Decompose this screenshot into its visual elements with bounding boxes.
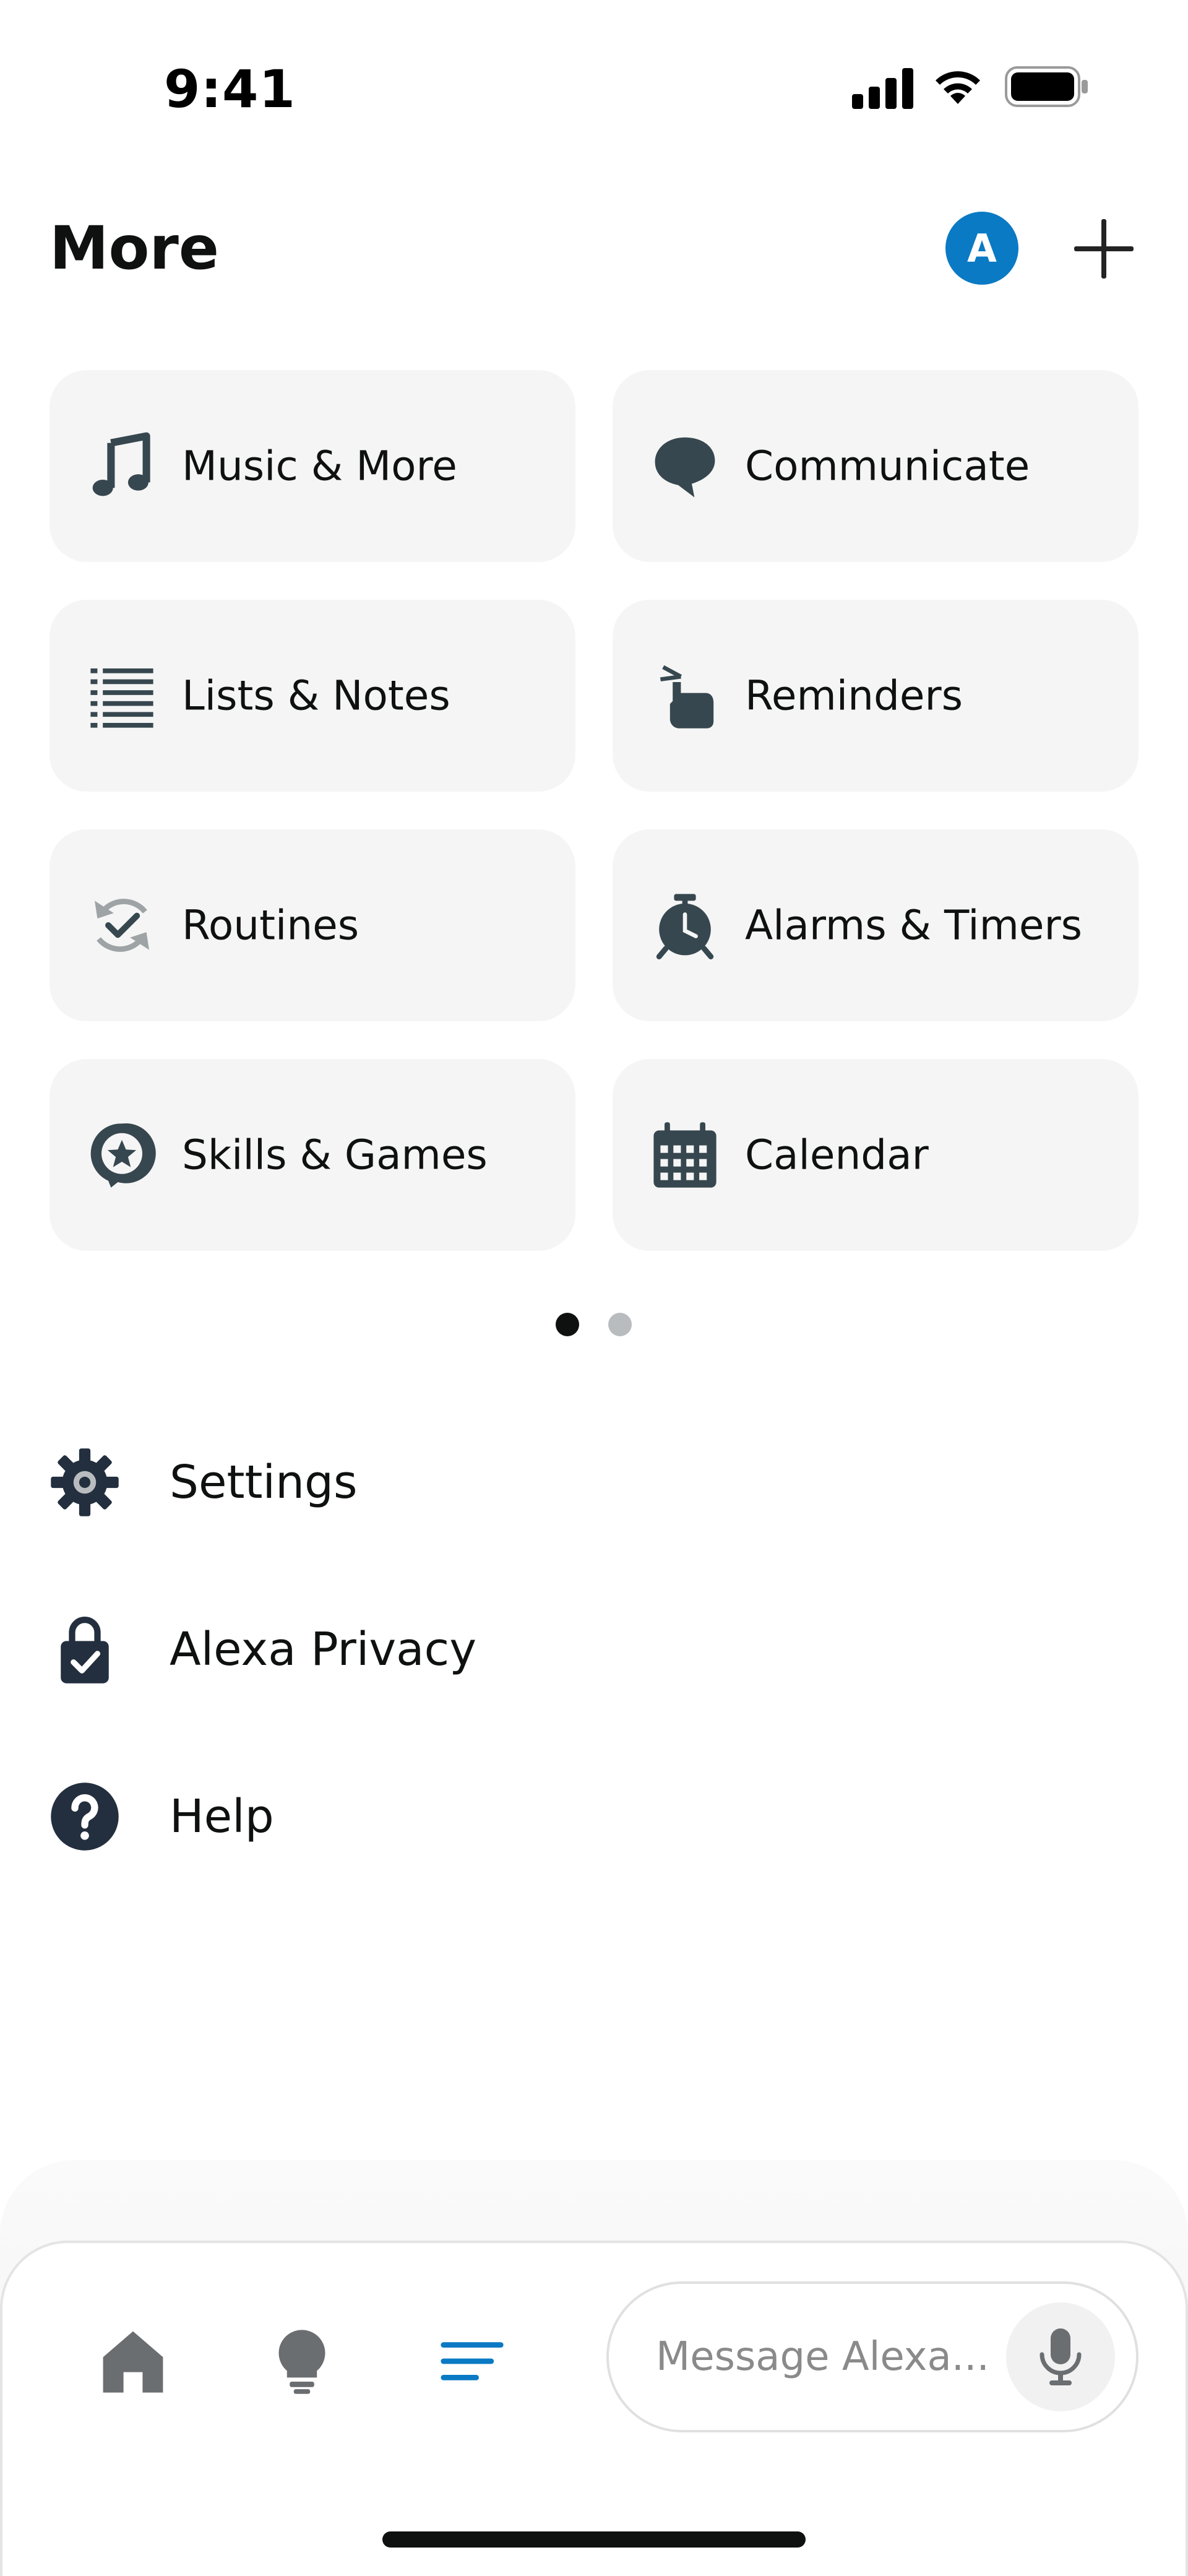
status-bar: 9:41: [0, 0, 1188, 149]
page-dot-active[interactable]: [556, 1313, 579, 1336]
battery-icon: [1005, 66, 1088, 107]
tile-label: Calendar: [745, 1131, 929, 1179]
tile-alarms-and-timers[interactable]: Alarms & Timers: [613, 829, 1138, 1021]
profile-avatar[interactable]: A: [945, 212, 1018, 285]
more-menu-icon: [441, 2342, 504, 2380]
privacy-lock-icon: [50, 1614, 120, 1685]
tile-music-and-more[interactable]: Music & More: [50, 370, 575, 562]
home-indicator: [382, 2531, 806, 2548]
nav-devices-button[interactable]: [259, 2318, 345, 2405]
lightbulb-icon: [278, 2330, 325, 2394]
nav-home-button[interactable]: [90, 2318, 176, 2405]
page-dot-inactive[interactable]: [608, 1313, 632, 1336]
microphone-icon: [1040, 2328, 1082, 2385]
tile-label: Lists & Notes: [182, 672, 450, 720]
microphone-button[interactable]: [1006, 2302, 1115, 2411]
cellular-signal-icon: [852, 68, 913, 109]
list-item-label: Settings: [170, 1456, 358, 1509]
tile-skills-and-games[interactable]: Skills & Games: [50, 1059, 575, 1251]
list-item-help[interactable]: Help: [37, 1764, 1151, 1869]
tile-lists-and-notes[interactable]: Lists & Notes: [50, 600, 575, 792]
avatar-initial: A: [967, 225, 997, 271]
alarm-clock-icon: [651, 891, 719, 959]
help-icon: [50, 1781, 120, 1852]
message-alexa-input[interactable]: [655, 2333, 1001, 2380]
status-time: 9:41: [164, 59, 296, 119]
list-item-settings[interactable]: Settings: [37, 1430, 1151, 1535]
tile-label: Skills & Games: [182, 1131, 488, 1179]
routine-check-icon: [88, 891, 156, 959]
home-icon: [103, 2331, 163, 2393]
tile-routines[interactable]: Routines: [50, 829, 575, 1021]
tile-label: Reminders: [745, 672, 963, 720]
wifi-icon: [936, 71, 980, 104]
finger-string-icon: [651, 662, 719, 730]
message-alexa-bar: [606, 2281, 1138, 2432]
calendar-icon: [651, 1121, 719, 1189]
add-button[interactable]: [1072, 217, 1136, 281]
list-item-label: Alexa Privacy: [170, 1623, 476, 1676]
tile-communicate[interactable]: Communicate: [613, 370, 1138, 562]
page-title: More: [50, 214, 219, 283]
tile-label: Alarms & Timers: [745, 901, 1083, 949]
tile-reminders[interactable]: Reminders: [613, 600, 1138, 792]
gear-icon: [50, 1447, 120, 1518]
music-note-icon: [88, 432, 156, 500]
list-item-label: Help: [170, 1790, 274, 1843]
more-screen: 9:41 More A Music & More Communicate Lis…: [0, 0, 1188, 2576]
list-item-alexa-privacy[interactable]: Alexa Privacy: [37, 1597, 1151, 1702]
speech-bubble-icon: [651, 432, 719, 500]
tile-label: Communicate: [745, 442, 1030, 490]
plus-icon: [1074, 219, 1134, 279]
list-icon: [88, 662, 156, 730]
tile-label: Routines: [182, 901, 359, 949]
star-bubble-icon: [88, 1121, 156, 1189]
tile-calendar[interactable]: Calendar: [613, 1059, 1138, 1251]
nav-more-button[interactable]: [429, 2318, 515, 2405]
tile-label: Music & More: [182, 442, 457, 490]
